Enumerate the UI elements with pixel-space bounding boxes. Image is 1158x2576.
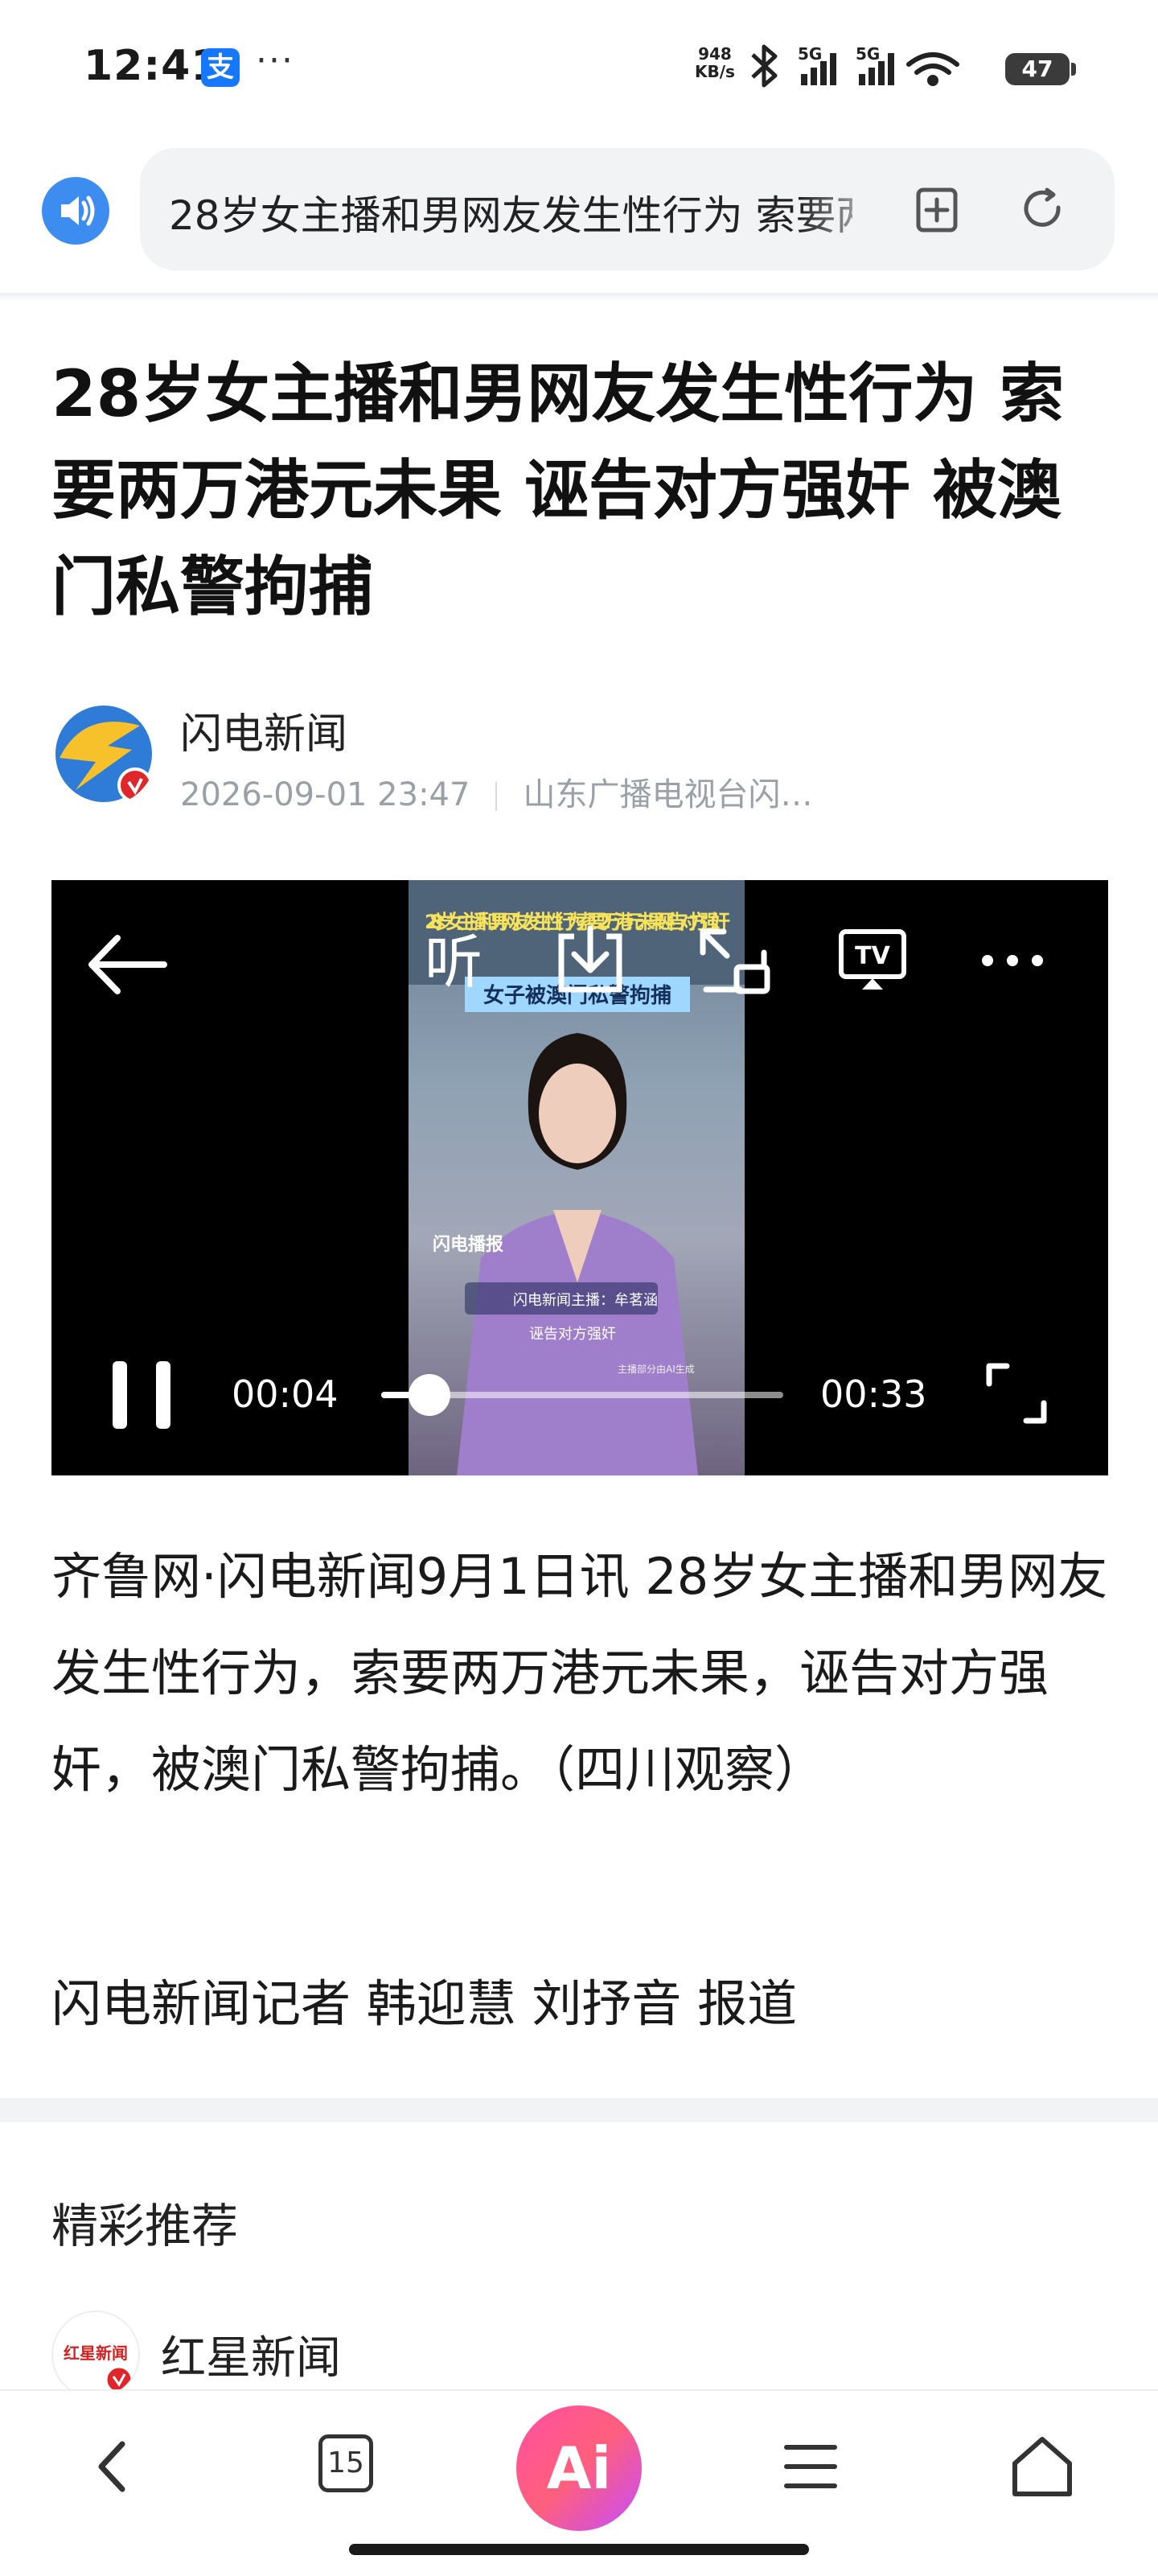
- video-anchor-name: 闪电新闻主播：牟茗涵: [513, 1292, 658, 1309]
- publish-date: 2026-09-01 23:47: [180, 776, 470, 813]
- picture-in-picture-icon[interactable]: [695, 920, 775, 1001]
- bluetooth-icon: [751, 44, 778, 88]
- article-paragraph: 齐鲁网·闪电新闻9月1日讯 28岁女主播和男网友发生性行为，索要两万港元未果，诬…: [51, 1547, 1108, 1799]
- recommend-section-title: 精彩推荐: [51, 2199, 239, 2253]
- red-star-logo-text: 红星新闻: [64, 2344, 128, 2363]
- signal-5g-label-1: 5G: [798, 44, 822, 64]
- article-meta: 2026-09-01 23:47 山东广播电视台闪…: [180, 768, 812, 815]
- video-badge-text: 闪电播报: [433, 1235, 503, 1255]
- listen-button[interactable]: 听: [413, 922, 494, 1002]
- back-arrow-icon[interactable]: [84, 928, 172, 1001]
- red-star-news-logo-icon: 红星新闻: [64, 2344, 133, 2394]
- tabs-button[interactable]: 15: [318, 2434, 373, 2492]
- refresh-icon[interactable]: [1018, 183, 1070, 235]
- video-player[interactable]: 28岁女主播和男网友发生性行为 索要2万港元未果 诬告对方强奸 女子被澳门私警拘…: [51, 880, 1108, 1475]
- download-icon[interactable]: [550, 920, 630, 1001]
- battery-indicator: 47: [1005, 53, 1076, 85]
- alipay-icon: 支: [201, 48, 240, 87]
- home-icon[interactable]: [1004, 2428, 1081, 2505]
- video-ai-note: 主播部分由AI生成: [618, 1363, 695, 1375]
- network-speed: 948 KB/s: [695, 45, 735, 80]
- network-speed-unit: KB/s: [695, 62, 735, 81]
- header-shadow: [0, 293, 1158, 301]
- source-avatar[interactable]: [51, 702, 156, 806]
- back-icon[interactable]: [76, 2428, 153, 2505]
- tv-cast-button[interactable]: TV: [838, 928, 907, 993]
- add-bookmark-icon[interactable]: [912, 183, 963, 235]
- meta-divider: [495, 782, 498, 811]
- video-progress-knob[interactable]: [409, 1374, 450, 1416]
- video-progress-track[interactable]: [381, 1374, 783, 1416]
- status-time: 12:41: [84, 42, 221, 90]
- recommend-source-name[interactable]: 红星新闻: [161, 2322, 341, 2387]
- video-anchor-sub: 诬告对方强奸: [529, 1326, 616, 1343]
- fullscreen-icon[interactable]: [984, 1361, 1049, 1426]
- address-bar-fade: [799, 172, 896, 245]
- signal-5g-label-2: 5G: [856, 44, 880, 64]
- tv-cast-label: TV: [855, 942, 890, 970]
- more-notifications-icon: ···: [256, 40, 294, 81]
- article-title: 28岁女主播和男网友发生性行为 索要两万港元未果 诬告对方强奸 被澳门私警拘捕: [51, 356, 1065, 624]
- address-bar-text[interactable]: 28岁女主播和男网友发生性行为 索要两万港元未果 诬告对方强奸 被澳门私警拘捕: [169, 183, 852, 241]
- network-speed-value: 948: [698, 44, 732, 64]
- status-bar: 12:41 支 ··· 948 KB/s 5G 5G 47: [0, 0, 1158, 137]
- gesture-home-indicator[interactable]: [349, 2544, 809, 2555]
- pause-icon[interactable]: [108, 1355, 180, 1435]
- ai-assistant-button[interactable]: Ai: [516, 2405, 642, 2531]
- read-aloud-button[interactable]: [42, 177, 109, 245]
- section-divider: [0, 2098, 1158, 2122]
- source-name[interactable]: 闪电新闻: [180, 700, 347, 760]
- publisher-name: 山东广播电视台闪…: [523, 776, 813, 813]
- status-icons: 5G 5G: [751, 44, 959, 88]
- lightning-news-logo-icon: [55, 706, 153, 803]
- more-options-icon[interactable]: [976, 944, 1049, 977]
- bottom-navigation: 15 Ai: [0, 2389, 1158, 2576]
- article-reporter: 闪电新闻记者 韩迎慧 刘抒音 报道: [51, 1974, 798, 2033]
- menu-icon[interactable]: [772, 2428, 849, 2505]
- speaker-icon: [61, 195, 95, 226]
- tv-cast-icon: TV: [839, 929, 906, 990]
- address-bar[interactable]: 28岁女主播和男网友发生性行为 索要两万港元未果 诬告对方强奸 被澳门私警拘捕: [140, 148, 1115, 270]
- recommend-source-avatar[interactable]: 红星新闻: [51, 2311, 140, 2399]
- wifi-icon: [906, 52, 959, 86]
- video-current-time: 00:04: [232, 1372, 339, 1416]
- video-total-time: 00:33: [820, 1372, 927, 1416]
